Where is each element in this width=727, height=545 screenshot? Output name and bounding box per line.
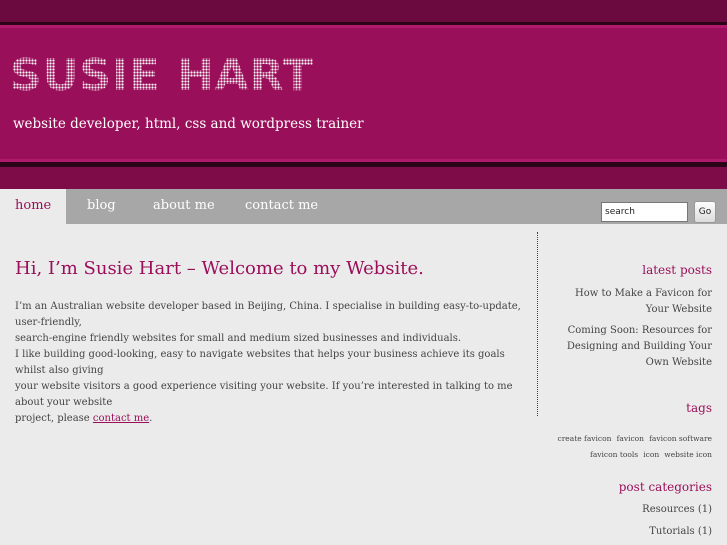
category-link[interactable]: Resources (1) <box>642 502 712 518</box>
site-title[interactable]: SUSIE HART <box>10 50 314 102</box>
intro-text: I’m an Australian website developer base… <box>15 301 521 328</box>
site-header: SUSIE HART website developer, html, css … <box>0 0 727 189</box>
intro-text: . <box>149 413 153 424</box>
nav-item-home[interactable]: home <box>0 189 67 224</box>
post-title-line: Own Website <box>645 357 712 368</box>
intro-paragraph: I like building good-looking, easy to na… <box>15 347 525 427</box>
nav-item-blog[interactable]: blog <box>72 189 131 224</box>
intro-text: your website visitors a good experience … <box>15 381 513 408</box>
post-title-line: Coming Soon: Resources for <box>567 325 712 336</box>
site-tagline: website developer, html, css and wordpre… <box>13 116 364 132</box>
latest-post-link[interactable]: Coming Soon: Resources for Designing and… <box>567 323 712 371</box>
post-title-line: How to Make a Favicon for <box>574 288 712 299</box>
post-title-line: Your Website <box>645 304 712 315</box>
intro-text: I like building good-looking, easy to na… <box>15 349 505 376</box>
post-title-line: Designing and Building Your <box>566 341 712 352</box>
page-title: Hi, I’m Susie Hart – Welcome to my Websi… <box>15 258 424 279</box>
latest-posts-heading: latest posts <box>642 263 712 277</box>
main-nav: home blog about me contact me Go <box>0 189 727 224</box>
tag-link[interactable]: favicon tools <box>590 450 638 459</box>
tag-link[interactable]: icon <box>643 450 659 459</box>
search-go-button[interactable]: Go <box>694 201 716 223</box>
header-stripe <box>0 167 727 189</box>
post-categories-heading: post categories <box>618 480 712 494</box>
content-divider <box>537 232 538 416</box>
category-link[interactable]: Tutorials (1) <box>649 524 712 540</box>
latest-post-link[interactable]: How to Make a Favicon for Your Website <box>575 286 712 318</box>
nav-item-about-me[interactable]: about me <box>138 189 230 224</box>
tags-heading: tags <box>686 401 712 415</box>
header-stripe <box>0 25 727 28</box>
tag-link[interactable]: website icon <box>664 450 712 459</box>
intro-text: project, please <box>15 413 93 424</box>
header-stripe <box>0 0 727 22</box>
tag-cloud-row: favicon tools icon website icon <box>590 442 712 461</box>
search-input[interactable] <box>601 202 688 222</box>
nav-item-contact-me[interactable]: contact me <box>230 189 333 224</box>
contact-me-link[interactable]: contact me <box>93 413 149 424</box>
intro-paragraph: I’m an Australian website developer base… <box>15 299 525 347</box>
intro-text: search-engine friendly websites for smal… <box>15 333 462 344</box>
